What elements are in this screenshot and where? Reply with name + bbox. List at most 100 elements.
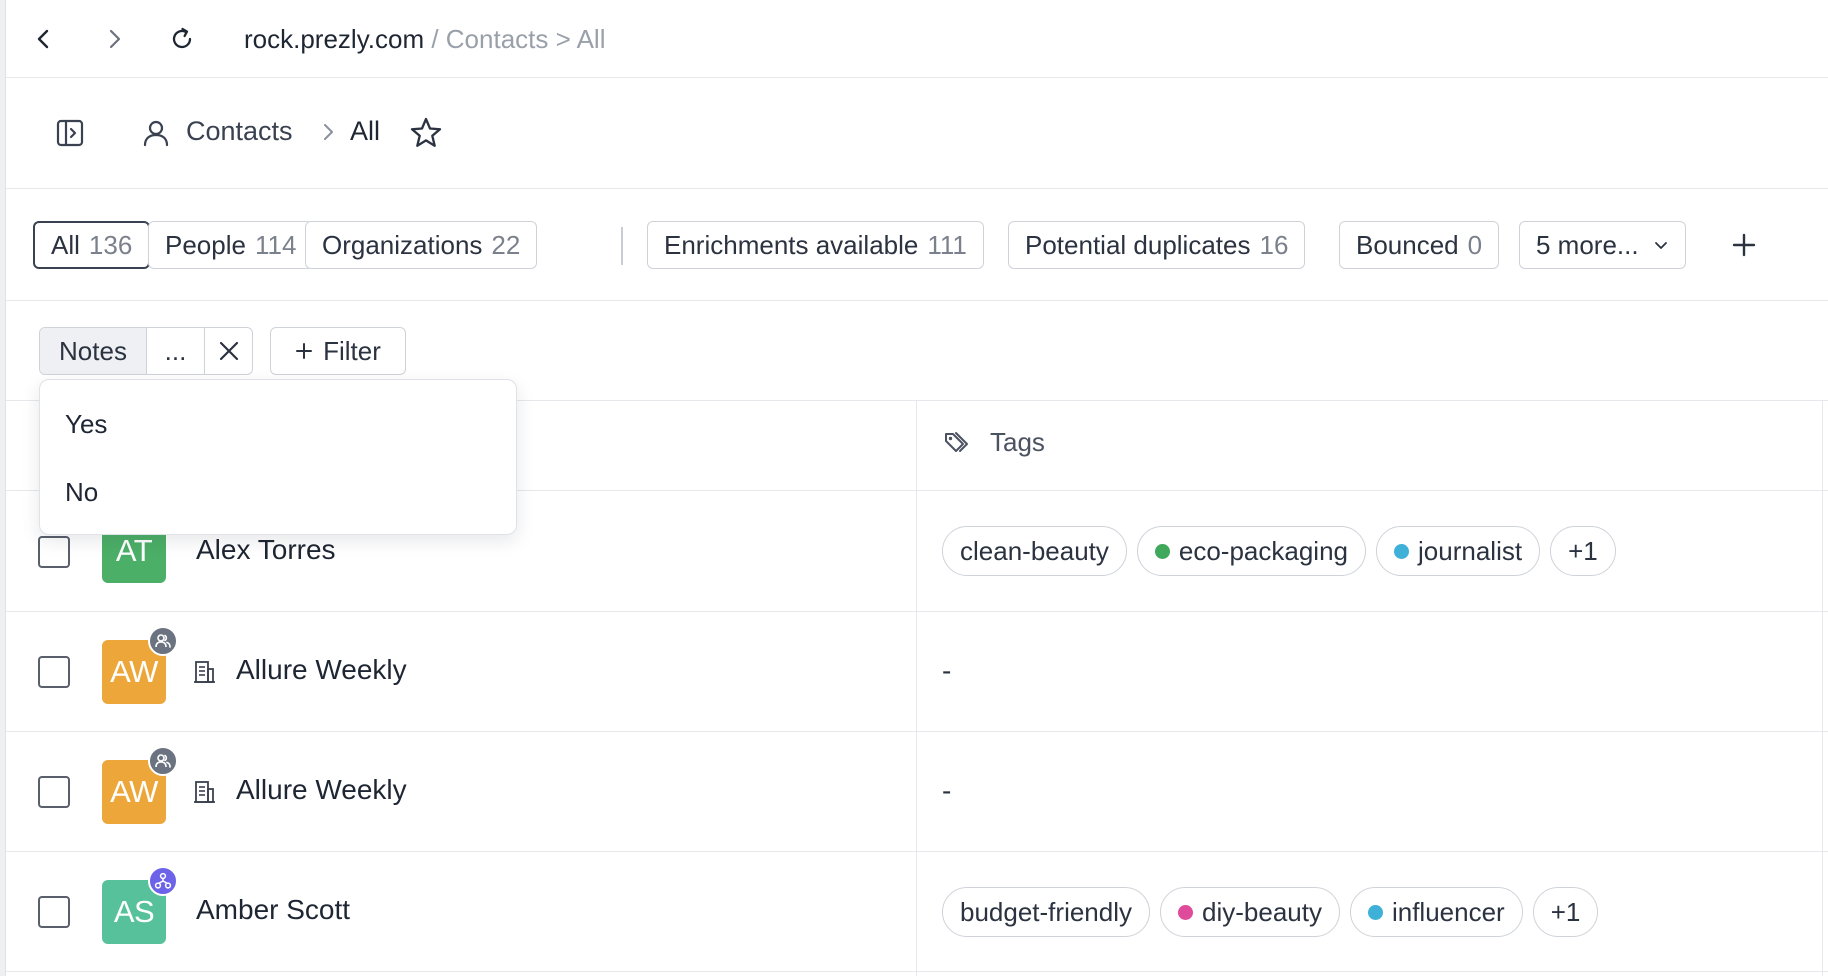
breadcrumb-current: All	[350, 116, 381, 146]
tag-label: eco-packaging	[1178, 535, 1349, 566]
tag-chip[interactable]: eco-packaging	[1136, 526, 1367, 576]
row-checkbox[interactable]	[38, 776, 70, 808]
contact-name[interactable]: Allure Weekly	[236, 654, 407, 686]
chevron-right-icon	[109, 29, 121, 49]
contact-name[interactable]: Alex Torres	[196, 534, 336, 566]
tags-empty: -	[942, 775, 952, 806]
table-row[interactable]: AS Amber Scott budget-friendly diy-beaut…	[6, 852, 1828, 972]
tag-chip[interactable]: journalist	[1376, 526, 1541, 576]
segment-count: 0	[1467, 229, 1483, 260]
row-checkbox[interactable]	[38, 536, 70, 568]
avatar-initials: AW	[110, 654, 158, 689]
table-row[interactable]: AW Allure Weekly -	[6, 612, 1828, 732]
url-path: / Contacts > All	[424, 24, 606, 54]
dropdown-option-yes[interactable]: Yes	[40, 390, 516, 458]
group-badge	[148, 746, 178, 776]
chevron-left-icon	[37, 29, 49, 49]
sidebar-expand-icon	[56, 119, 84, 147]
dropdown-option-no[interactable]: No	[40, 458, 516, 526]
reload-icon	[172, 27, 192, 49]
network-icon	[154, 872, 172, 889]
browser-toolbar: rock.prezly.com / Contacts > All	[6, 0, 1828, 78]
building-icon	[194, 661, 215, 683]
forward-button[interactable]	[94, 19, 134, 59]
tag-label: influencer	[1391, 896, 1505, 927]
remove-filter-button[interactable]	[205, 328, 252, 374]
tag-chip[interactable]: influencer	[1349, 887, 1523, 937]
contact-name[interactable]: Amber Scott	[196, 894, 350, 926]
segment-bounced[interactable]: Bounced 0	[1339, 221, 1500, 269]
chevron-down-icon	[1654, 242, 1667, 249]
avatar-initials: AT	[115, 533, 153, 568]
notes-filter-dropdown: Yes No	[39, 379, 517, 535]
plus-icon	[296, 343, 313, 359]
contacts-person-icon	[143, 120, 169, 147]
segment-label: Organizations	[322, 229, 483, 260]
breadcrumb-contacts[interactable]: Contacts	[186, 116, 293, 147]
tag-color-dot	[1178, 904, 1193, 920]
tag-icon	[945, 431, 968, 452]
segment-count: 114	[254, 229, 297, 260]
more-tags-chip[interactable]: +1	[1532, 887, 1599, 937]
group-badge	[148, 626, 178, 656]
network-badge	[148, 866, 178, 896]
sidebar-toggle-button[interactable]	[52, 115, 88, 151]
segment-label: Enrichments available	[664, 229, 919, 260]
segment-divider	[621, 227, 623, 265]
segment-count: 111	[927, 229, 967, 260]
add-filter-button[interactable]: Filter	[270, 327, 406, 375]
segment-organizations[interactable]: Organizations 22	[305, 221, 538, 269]
tag-chip[interactable]: diy-beauty	[1160, 887, 1340, 937]
tag-color-dot	[1154, 543, 1170, 559]
segment-label: Bounced	[1356, 229, 1459, 260]
tags-empty: -	[942, 655, 952, 686]
tag-label: clean-beauty	[960, 535, 1109, 566]
page-header: Contacts All	[6, 78, 1828, 189]
tag-list: clean-beauty eco-packaging journalist +1	[942, 526, 1616, 576]
add-segment-button[interactable]	[1722, 223, 1766, 267]
segment-count: 16	[1259, 229, 1289, 260]
table-row[interactable]: AW Allure Weekly -	[6, 732, 1828, 852]
contact-name[interactable]: Allure Weekly	[236, 774, 407, 806]
tag-chip[interactable]: budget-friendly	[942, 887, 1150, 937]
segment-enrichments[interactable]: Enrichments available 111	[647, 221, 984, 269]
column-header-tags[interactable]: Tags	[942, 427, 1045, 458]
reload-button[interactable]	[162, 19, 202, 59]
url-host: rock.prezly.com	[244, 24, 425, 54]
segment-count: 22	[491, 229, 521, 260]
plus-icon	[1732, 233, 1756, 257]
back-button[interactable]	[24, 19, 64, 59]
segment-label: 5 more...	[1536, 229, 1639, 260]
star-icon[interactable]	[408, 115, 444, 151]
segment-duplicates[interactable]: Potential duplicates 16	[1008, 221, 1306, 269]
tag-chip[interactable]: clean-beauty	[942, 526, 1127, 576]
chevron-right-icon	[324, 124, 333, 140]
tag-label: +1	[1550, 896, 1581, 927]
tag-label: +1	[1568, 535, 1598, 566]
building-icon	[194, 781, 215, 803]
row-checkbox[interactable]	[38, 896, 70, 928]
people-icon	[155, 634, 171, 648]
row-checkbox[interactable]	[38, 656, 70, 688]
tag-label: diy-beauty	[1202, 896, 1322, 927]
active-filter-notes: Notes ...	[39, 327, 253, 375]
tag-label: journalist	[1418, 535, 1523, 566]
add-filter-label: Filter	[323, 335, 381, 366]
close-icon	[219, 341, 238, 361]
address-bar[interactable]: rock.prezly.com / Contacts > All	[244, 22, 605, 56]
more-tags-chip[interactable]: +1	[1550, 526, 1616, 576]
avatar-initials: AS	[113, 894, 155, 929]
segment-people[interactable]: People 114	[148, 221, 314, 269]
avatar-initials: AW	[110, 774, 158, 809]
segment-all[interactable]: All 136	[33, 221, 151, 269]
filter-value-button[interactable]: ...	[147, 328, 205, 374]
segment-label: All	[51, 229, 80, 260]
segment-tabs: All 136 People 114 Organizations 22 Enrichm…	[6, 189, 1828, 301]
segment-label: Potential duplicates	[1025, 229, 1251, 260]
segment-count: 136	[88, 229, 133, 260]
segment-more-dropdown[interactable]: 5 more...	[1519, 221, 1686, 269]
filter-field-button[interactable]: Notes	[40, 328, 147, 374]
tag-color-dot	[1367, 904, 1383, 920]
segment-label: People	[165, 229, 246, 260]
tag-list: budget-friendly diy-beauty influencer +1	[942, 887, 1599, 937]
